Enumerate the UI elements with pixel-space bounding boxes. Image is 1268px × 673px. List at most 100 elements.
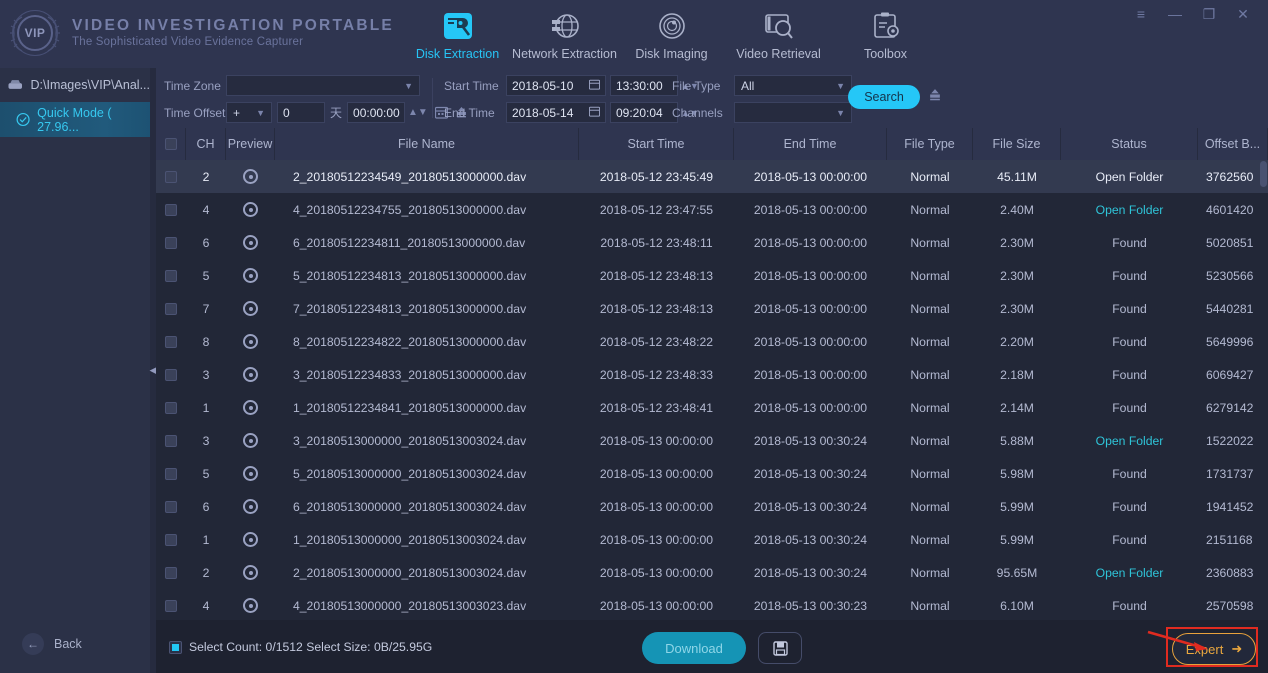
sidebar-item-image-path[interactable]: D:\Images\VIP\Anal...	[0, 68, 150, 102]
table-row[interactable]: 3 3_20180513000000_20180513003024.dav 2018…	[156, 424, 1268, 457]
preview-play-icon[interactable]	[226, 490, 275, 523]
preview-play-icon[interactable]	[226, 457, 275, 490]
row-checkbox-box[interactable]	[165, 170, 177, 183]
close-icon[interactable]: ✕	[1226, 1, 1260, 27]
start-clock-input[interactable]: 13:30:00	[610, 75, 678, 96]
table-row[interactable]: 4 4_20180513000000_20180513003023.dav 2018…	[156, 589, 1268, 622]
table-row[interactable]: 1 1_20180512234841_20180513000000.dav 2018…	[156, 391, 1268, 424]
play-circle-icon[interactable]	[243, 433, 258, 448]
table-row[interactable]: 8 8_20180512234822_20180513000000.dav 2018…	[156, 325, 1268, 358]
play-circle-icon[interactable]	[243, 466, 258, 481]
preview-play-icon[interactable]	[226, 424, 275, 457]
row-checkbox-box[interactable]	[165, 269, 177, 282]
time-offset-sign-select[interactable]: + ▼	[226, 102, 272, 123]
tab-toolbox[interactable]: Toolbox	[832, 2, 939, 61]
row-checkbox-box[interactable]	[165, 533, 177, 546]
save-icon[interactable]	[758, 632, 802, 664]
table-row[interactable]: 6 6_20180512234811_20180513000000.dav 2018…	[156, 226, 1268, 259]
end-date-input[interactable]: 2018-05-14	[506, 102, 606, 123]
table-row[interactable]: 7 7_20180512234813_20180513000000.dav 2018…	[156, 292, 1268, 325]
minimize-icon[interactable]: —	[1158, 1, 1192, 27]
row-checkbox[interactable]	[156, 325, 186, 358]
preview-play-icon[interactable]	[226, 523, 275, 556]
menu-icon[interactable]: ≡	[1124, 1, 1158, 27]
table-row[interactable]: 3 3_20180512234833_20180513000000.dav 2018…	[156, 358, 1268, 391]
row-checkbox[interactable]	[156, 259, 186, 292]
end-clock-input[interactable]: 09:20:04	[610, 102, 678, 123]
tab-network-extraction[interactable]: Network Extraction	[511, 2, 618, 61]
play-circle-icon[interactable]	[243, 268, 258, 283]
table-vertical-scrollbar[interactable]	[1260, 161, 1267, 651]
expert-button[interactable]: Expert ➜	[1172, 633, 1256, 665]
preview-play-icon[interactable]	[226, 589, 275, 622]
time-zone-select[interactable]: ▼	[226, 75, 420, 96]
reset-filters-icon[interactable]	[928, 88, 942, 107]
preview-play-icon[interactable]	[226, 325, 275, 358]
play-circle-icon[interactable]	[243, 301, 258, 316]
table-row[interactable]: 2 2_20180513000000_20180513003024.dav 2018…	[156, 556, 1268, 589]
cell-status[interactable]: Open Folder	[1061, 193, 1198, 226]
preview-play-icon[interactable]	[226, 292, 275, 325]
cell-status[interactable]: Open Folder	[1061, 160, 1198, 193]
row-checkbox[interactable]	[156, 391, 186, 424]
table-header-size[interactable]: File Size	[973, 128, 1061, 160]
file-type-select[interactable]: All ▼	[734, 75, 852, 96]
tab-disk-extraction[interactable]: Disk Extraction	[404, 2, 511, 61]
play-circle-icon[interactable]	[243, 598, 258, 613]
play-circle-icon[interactable]	[243, 565, 258, 580]
row-checkbox-box[interactable]	[165, 434, 177, 447]
row-checkbox[interactable]	[156, 160, 186, 193]
row-checkbox-box[interactable]	[165, 302, 177, 315]
row-checkbox[interactable]	[156, 424, 186, 457]
table-header-status[interactable]: Status	[1061, 128, 1198, 160]
cell-status[interactable]: Open Folder	[1061, 424, 1198, 457]
preview-play-icon[interactable]	[226, 193, 275, 226]
row-checkbox-box[interactable]	[165, 500, 177, 513]
table-header-preview[interactable]: Preview	[226, 128, 275, 160]
table-row[interactable]: 5 5_20180512234813_20180513000000.dav 2018…	[156, 259, 1268, 292]
table-row[interactable]: 4 4_20180512234755_20180513000000.dav 2018…	[156, 193, 1268, 226]
select-all-header-checkbox[interactable]	[164, 138, 177, 150]
row-checkbox[interactable]	[156, 589, 186, 622]
play-circle-icon[interactable]	[243, 235, 258, 250]
row-checkbox-box[interactable]	[165, 467, 177, 480]
table-header-end[interactable]: End Time	[734, 128, 887, 160]
table-header-ch[interactable]: CH	[186, 128, 226, 160]
table-header-check[interactable]	[156, 128, 186, 160]
back-button[interactable]: ← Back	[0, 633, 150, 655]
channels-select[interactable]: ▼	[734, 102, 852, 123]
play-circle-icon[interactable]	[243, 367, 258, 382]
time-offset-days-input[interactable]: 0	[277, 102, 325, 123]
row-checkbox[interactable]	[156, 358, 186, 391]
play-circle-icon[interactable]	[243, 202, 258, 217]
scrollbar-thumb[interactable]	[1260, 161, 1267, 187]
preview-play-icon[interactable]	[226, 556, 275, 589]
play-circle-icon[interactable]	[243, 334, 258, 349]
download-button[interactable]: Download	[642, 632, 746, 664]
row-checkbox[interactable]	[156, 556, 186, 589]
play-circle-icon[interactable]	[243, 499, 258, 514]
calendar-icon[interactable]	[588, 79, 601, 93]
calendar-icon[interactable]	[588, 106, 601, 120]
select-all-checkbox[interactable]	[169, 640, 182, 654]
spinner-icon[interactable]: ▲▼	[408, 107, 428, 118]
row-checkbox[interactable]	[156, 292, 186, 325]
row-checkbox-box[interactable]	[165, 599, 177, 612]
play-circle-icon[interactable]	[243, 169, 258, 184]
row-checkbox[interactable]	[156, 226, 186, 259]
play-circle-icon[interactable]	[243, 400, 258, 415]
table-header-type[interactable]: File Type	[887, 128, 973, 160]
preview-play-icon[interactable]	[226, 226, 275, 259]
row-checkbox-box[interactable]	[165, 203, 177, 216]
row-checkbox[interactable]	[156, 457, 186, 490]
cell-status[interactable]: Open Folder	[1061, 556, 1198, 589]
row-checkbox[interactable]	[156, 193, 186, 226]
table-header-offset[interactable]: Offset B...	[1198, 128, 1268, 160]
preview-play-icon[interactable]	[226, 259, 275, 292]
row-checkbox[interactable]	[156, 490, 186, 523]
table-row[interactable]: 6 6_20180513000000_20180513003024.dav 2018…	[156, 490, 1268, 523]
table-header-name[interactable]: File Name	[275, 128, 579, 160]
table-row[interactable]: 2 2_20180512234549_20180513000000.dav 2018…	[156, 160, 1268, 193]
maximize-icon[interactable]: ❐	[1192, 1, 1226, 27]
preview-play-icon[interactable]	[226, 358, 275, 391]
